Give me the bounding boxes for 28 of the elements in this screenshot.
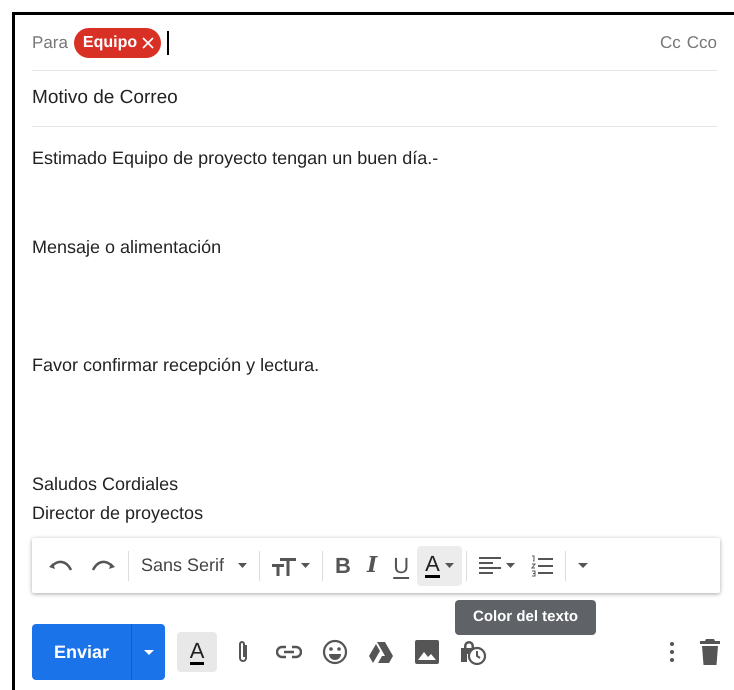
caret-icon bbox=[444, 563, 454, 568]
caret-icon bbox=[238, 563, 248, 568]
tooltip: Color del texto bbox=[455, 600, 596, 635]
body-text-line: Saludos Cordiales bbox=[32, 472, 180, 496]
italic-button[interactable]: I bbox=[358, 546, 386, 586]
caret-icon bbox=[144, 650, 154, 654]
text-color-button[interactable]: A bbox=[417, 546, 462, 586]
subject-field[interactable]: Motivo de Correo bbox=[32, 84, 178, 113]
body-text-line: Director de proyectos bbox=[32, 502, 204, 526]
body-text-line: Estimado Equipo de proyecto tengan un buen día.- bbox=[32, 147, 440, 170]
bold-button[interactable]: B bbox=[327, 546, 359, 586]
body-text-line: Mensaje o alimentación bbox=[32, 236, 222, 259]
caret-icon bbox=[506, 563, 515, 568]
text-size-icon bbox=[272, 556, 296, 576]
send-button[interactable]: Enviar bbox=[32, 624, 132, 680]
cc-link[interactable]: Cc bbox=[660, 30, 681, 56]
caret-icon bbox=[301, 563, 310, 568]
font-dropdown[interactable]: Sans Serif bbox=[133, 546, 256, 586]
delete-icon[interactable] bbox=[700, 639, 720, 665]
cc-link[interactable]: Cco bbox=[686, 30, 717, 56]
close-icon[interactable] bbox=[141, 36, 156, 50]
align-left-icon bbox=[478, 556, 501, 574]
formatting-options-button[interactable]: A bbox=[177, 632, 218, 672]
body-text-line: Favor confirmar recepción y lectura. bbox=[32, 354, 320, 378]
to-label: Para bbox=[32, 32, 68, 54]
underline-button[interactable]: U bbox=[385, 546, 418, 586]
recipient-chip[interactable]: Equipo bbox=[74, 28, 162, 58]
text-cursor bbox=[167, 30, 170, 54]
